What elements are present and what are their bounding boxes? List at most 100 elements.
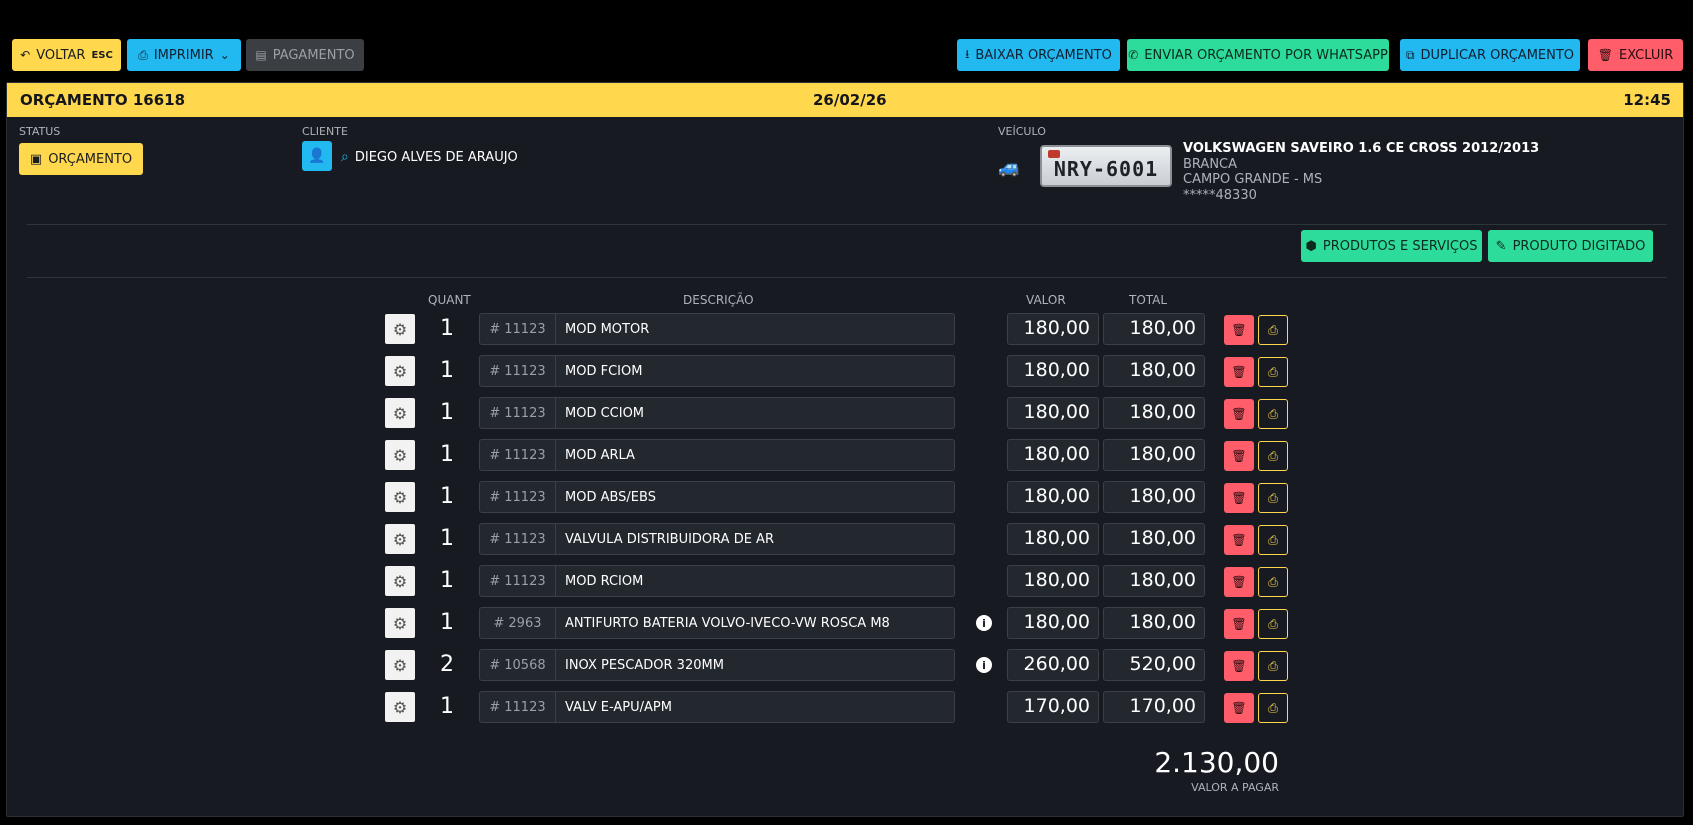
item-code: #11123 xyxy=(480,524,556,554)
item-description-field[interactable]: #11123 MOD CCIOM xyxy=(479,397,955,429)
payment-label: PAGAMENTO xyxy=(272,47,355,63)
print-item-button[interactable]: ⎙ xyxy=(1258,483,1288,513)
item-value[interactable]: 180,00 xyxy=(1007,313,1099,345)
item-qty[interactable]: 1 xyxy=(427,316,467,341)
item-qty[interactable]: 1 xyxy=(427,442,467,467)
printer-icon: ⎙ xyxy=(1268,448,1278,463)
typed-product-button[interactable]: ✎ PRODUTO DIGITADO xyxy=(1488,230,1653,262)
delete-item-button[interactable]: 🗑 xyxy=(1224,651,1254,681)
item-value[interactable]: 260,00 xyxy=(1007,649,1099,681)
delete-item-button[interactable]: 🗑 xyxy=(1224,483,1254,513)
delete-item-button[interactable]: 🗑 xyxy=(1224,567,1254,597)
item-qty[interactable]: 1 xyxy=(427,358,467,383)
print-item-button[interactable]: ⎙ xyxy=(1258,609,1288,639)
delete-item-button[interactable]: 🗑 xyxy=(1224,525,1254,555)
print-item-button[interactable]: ⎙ xyxy=(1258,399,1288,429)
trash-icon: 🗑 xyxy=(1231,407,1247,421)
delete-item-button[interactable]: 🗑 xyxy=(1224,357,1254,387)
item-qty[interactable]: 1 xyxy=(427,400,467,425)
item-description-field[interactable]: #10568 INOX PESCADOR 320MM xyxy=(479,649,955,681)
hash-icon: # xyxy=(489,489,501,505)
info-icon[interactable]: i xyxy=(976,657,992,673)
delete-item-button[interactable]: 🗑 xyxy=(1224,315,1254,345)
delete-label: EXCLUIR xyxy=(1619,47,1674,63)
download-quote-button[interactable]: ⭳ BAIXAR ORÇAMENTO xyxy=(957,39,1120,71)
quote-date: 26/02/26 xyxy=(813,91,887,109)
grand-total-label: VALOR A PAGAR xyxy=(1191,781,1279,794)
user-icon[interactable]: 👤 xyxy=(302,141,332,171)
item-description: MOD MOTOR xyxy=(565,322,650,337)
print-item-button[interactable]: ⎙ xyxy=(1258,567,1288,597)
item-description-field[interactable]: #11123 MOD MOTOR xyxy=(479,313,955,345)
item-code-value: 11123 xyxy=(504,573,546,589)
license-plate: NRY-6001 xyxy=(1040,145,1172,187)
item-value[interactable]: 170,00 xyxy=(1007,691,1099,723)
item-description-field[interactable]: #11123 VALVULA DISTRIBUIDORA DE AR xyxy=(479,523,955,555)
print-item-button[interactable]: ⎙ xyxy=(1258,315,1288,345)
item-qty[interactable]: 2 xyxy=(427,652,467,677)
print-dropdown-button[interactable]: ⎙ IMPRIMIR ⌄ xyxy=(127,39,241,71)
item-value[interactable]: 180,00 xyxy=(1007,607,1099,639)
duplicate-quote-button[interactable]: ⧉ DUPLICAR ORÇAMENTO xyxy=(1400,39,1580,71)
product-thumbnail[interactable]: ⚙ xyxy=(385,398,415,428)
back-button[interactable]: ↶ VOLTAR ESC xyxy=(12,39,121,71)
status-value: ORÇAMENTO xyxy=(48,151,133,167)
download-label: BAIXAR ORÇAMENTO xyxy=(975,47,1112,63)
item-description-field[interactable]: #11123 MOD ARLA xyxy=(479,439,955,471)
item-description-field[interactable]: #11123 MOD ABS/EBS xyxy=(479,481,955,513)
item-qty[interactable]: 1 xyxy=(427,610,467,635)
whatsapp-send-button[interactable]: ✆ ENVIAR ORÇAMENTO POR WHATSAPP xyxy=(1127,39,1389,71)
item-value[interactable]: 180,00 xyxy=(1007,481,1099,513)
item-value[interactable]: 180,00 xyxy=(1007,439,1099,471)
item-description-field[interactable]: #11123 MOD RCIOM xyxy=(479,565,955,597)
payment-button[interactable]: ▤ PAGAMENTO xyxy=(246,39,364,71)
product-thumbnail[interactable]: ⚙ xyxy=(385,692,415,722)
delete-item-button[interactable]: 🗑 xyxy=(1224,441,1254,471)
print-item-button[interactable]: ⎙ xyxy=(1258,525,1288,555)
product-thumbnail[interactable]: ⚙ xyxy=(385,314,415,344)
status-button[interactable]: ▣ ORÇAMENTO xyxy=(19,143,143,175)
item-qty[interactable]: 1 xyxy=(427,694,467,719)
table-row: ⚙ 1 #11123 MOD RCIOM 180,00 180,00 🗑 ⎙ xyxy=(7,565,1683,597)
products-services-button[interactable]: ⬢ PRODUTOS E SERVIÇOS xyxy=(1301,230,1482,262)
printer-icon: ⎙ xyxy=(1268,532,1278,547)
item-code: #11123 xyxy=(480,440,556,470)
item-description-field[interactable]: #2963 ANTIFURTO BATERIA VOLVO-IVECO-VW RO… xyxy=(479,607,955,639)
item-total: 170,00 xyxy=(1103,691,1205,723)
print-item-button[interactable]: ⎙ xyxy=(1258,441,1288,471)
document-icon: ▣ xyxy=(29,151,43,167)
product-thumbnail[interactable]: ⚙ xyxy=(385,440,415,470)
print-item-button[interactable]: ⎙ xyxy=(1258,357,1288,387)
item-code: #11123 xyxy=(480,398,556,428)
product-thumbnail[interactable]: ⚙ xyxy=(385,566,415,596)
print-item-button[interactable]: ⎙ xyxy=(1258,651,1288,681)
divider xyxy=(27,277,1667,278)
plate-flag-icon xyxy=(1048,150,1060,158)
item-qty[interactable]: 1 xyxy=(427,568,467,593)
delete-item-button[interactable]: 🗑 xyxy=(1224,693,1254,723)
client-name: DIEGO ALVES DE ARAUJO xyxy=(354,149,518,165)
product-thumbnail[interactable]: ⚙ xyxy=(385,356,415,386)
item-description-field[interactable]: #11123 MOD FCIOM xyxy=(479,355,955,387)
item-description: VALV E-APU/APM xyxy=(565,700,672,715)
product-thumbnail[interactable]: ⚙ xyxy=(385,524,415,554)
info-icon[interactable]: i xyxy=(976,615,992,631)
item-value[interactable]: 180,00 xyxy=(1007,397,1099,429)
delete-quote-button[interactable]: 🗑 EXCLUIR xyxy=(1588,39,1683,71)
product-thumbnail[interactable]: ⚙ xyxy=(385,650,415,680)
client-search-link[interactable]: ⌕ DIEGO ALVES DE ARAUJO xyxy=(341,149,518,165)
duplicate-label: DUPLICAR ORÇAMENTO xyxy=(1420,47,1575,63)
hash-icon: # xyxy=(489,447,501,463)
quote-time: 12:45 xyxy=(1623,91,1671,109)
item-value[interactable]: 180,00 xyxy=(1007,355,1099,387)
item-description-field[interactable]: #11123 VALV E-APU/APM xyxy=(479,691,955,723)
print-item-button[interactable]: ⎙ xyxy=(1258,693,1288,723)
item-qty[interactable]: 1 xyxy=(427,526,467,551)
delete-item-button[interactable]: 🗑 xyxy=(1224,399,1254,429)
item-value[interactable]: 180,00 xyxy=(1007,565,1099,597)
product-thumbnail[interactable]: ⚙ xyxy=(385,608,415,638)
delete-item-button[interactable]: 🗑 xyxy=(1224,609,1254,639)
item-value[interactable]: 180,00 xyxy=(1007,523,1099,555)
item-qty[interactable]: 1 xyxy=(427,484,467,509)
product-thumbnail[interactable]: ⚙ xyxy=(385,482,415,512)
